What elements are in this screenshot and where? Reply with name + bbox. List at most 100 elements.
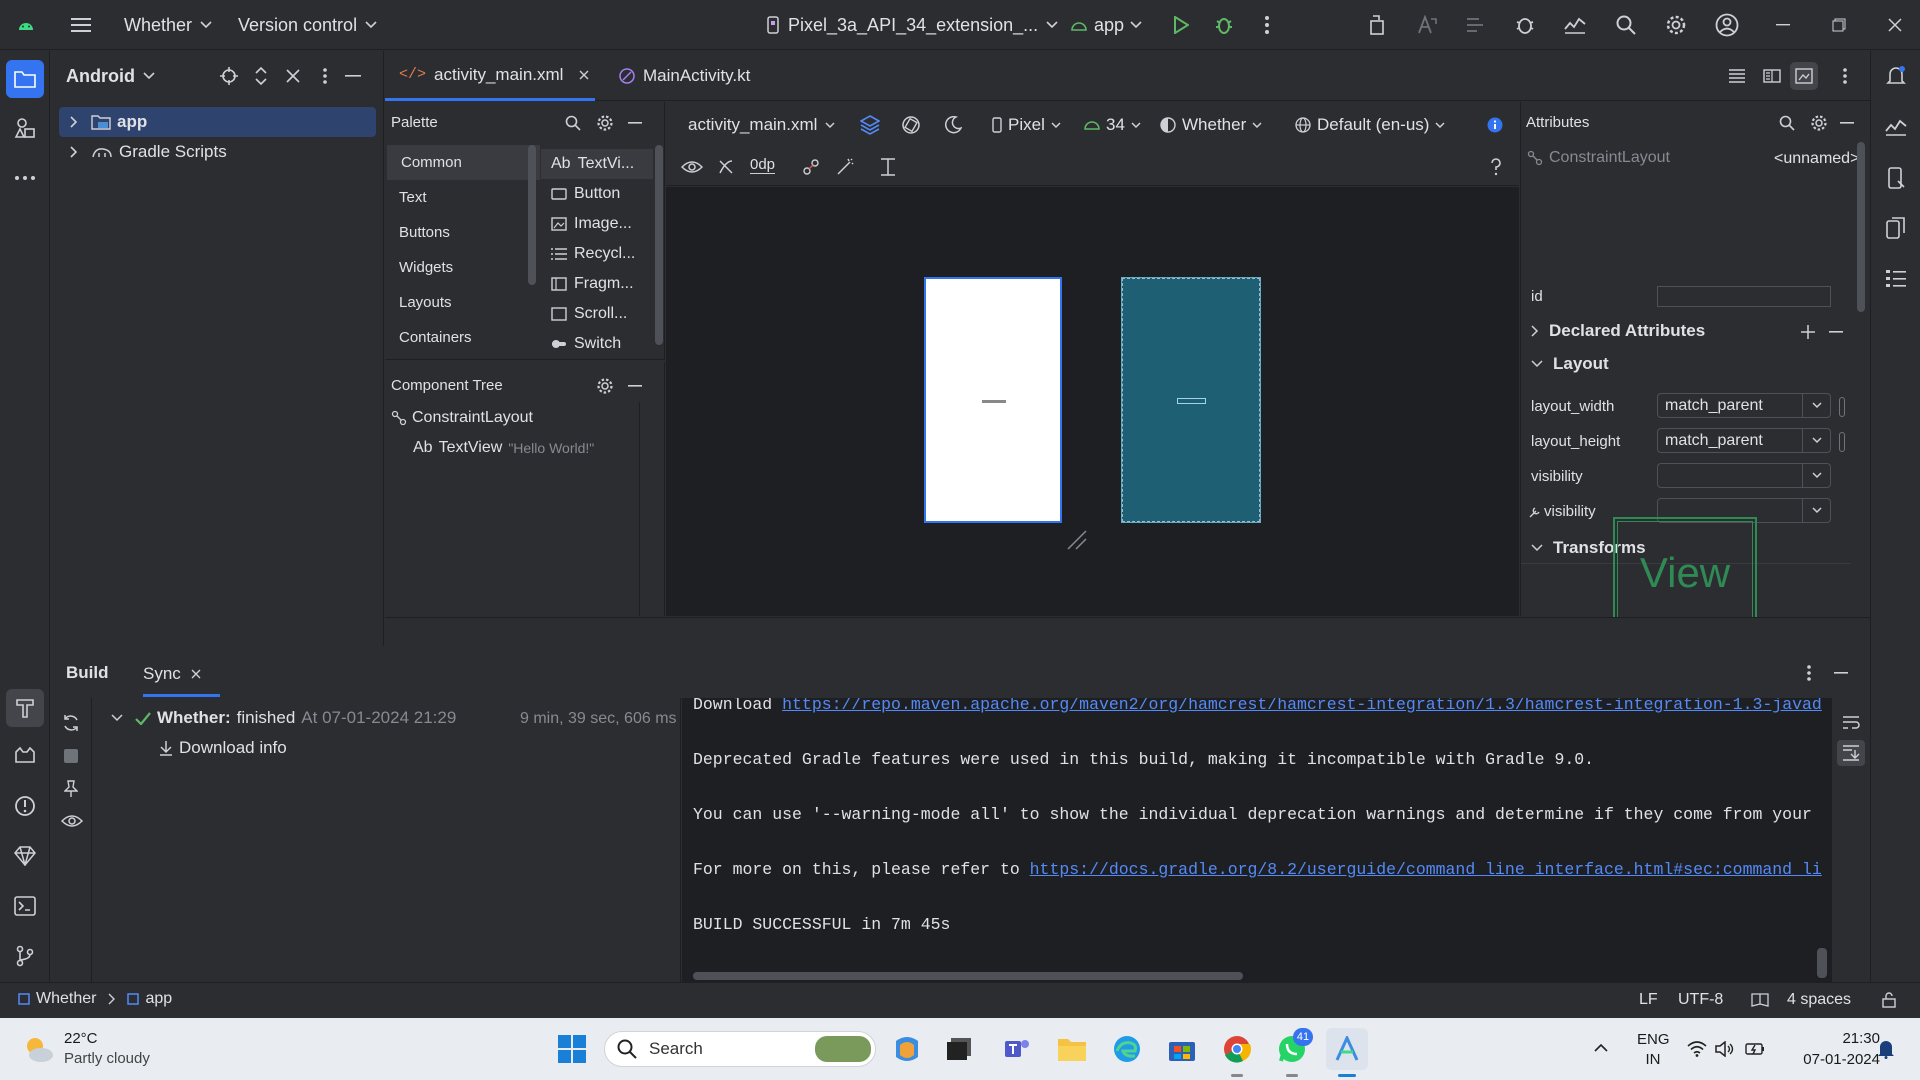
- input-language[interactable]: ENG: [1637, 1031, 1670, 1048]
- palette-item-recyclerview[interactable]: Recycl...: [541, 239, 653, 269]
- attributes-scrollbar[interactable]: [1857, 142, 1865, 312]
- build-child-download-info[interactable]: Download info: [159, 738, 287, 758]
- task-view-icon[interactable]: [939, 1028, 981, 1070]
- structure-icon[interactable]: [1883, 265, 1909, 291]
- palette-category-layouts[interactable]: Layouts: [385, 285, 540, 320]
- project-tool-icon[interactable]: [6, 60, 44, 98]
- items-scrollbar[interactable]: [655, 145, 663, 345]
- night-mode-icon[interactable]: [941, 113, 965, 137]
- split-view-icon[interactable]: [1760, 64, 1784, 88]
- show-hidden-icons-chevron-up-icon[interactable]: [1591, 1038, 1611, 1058]
- design-preview[interactable]: [924, 277, 1062, 523]
- resource-picker-icon[interactable]: [1839, 432, 1845, 452]
- breadcrumb-item[interactable]: app: [145, 990, 172, 1008]
- teams-icon[interactable]: [996, 1028, 1038, 1070]
- app-quality-insights-icon[interactable]: [12, 843, 38, 869]
- input-region[interactable]: IN: [1637, 1051, 1669, 1068]
- design-surface-icon[interactable]: [858, 113, 882, 137]
- design-canvas[interactable]: [666, 187, 1519, 616]
- palette-category-common[interactable]: Common: [387, 145, 540, 180]
- pin-icon[interactable]: [60, 778, 82, 800]
- api-level-dropdown[interactable]: 34: [1084, 112, 1141, 138]
- clear-constraints-icon[interactable]: [799, 155, 823, 179]
- tree-item-gradle-scripts[interactable]: Gradle Scripts: [59, 137, 376, 167]
- search-icon[interactable]: [1777, 113, 1797, 133]
- volume-icon[interactable]: [1714, 1039, 1736, 1059]
- hello-world-text-preview[interactable]: [982, 400, 1006, 403]
- info-icon[interactable]: [1484, 114, 1506, 136]
- editor-options-icon[interactable]: [1833, 64, 1857, 88]
- profiler-icon[interactable]: [1562, 12, 1588, 38]
- notifications-icon[interactable]: [1883, 63, 1909, 89]
- readonly-book-icon[interactable]: [1750, 990, 1770, 1010]
- console-link[interactable]: https://docs.gradle.org/8.2/userguide/co…: [1030, 860, 1822, 879]
- soft-wrap-icon[interactable]: [1839, 712, 1863, 734]
- settings-gear-icon[interactable]: [1809, 113, 1829, 133]
- visibility-combo[interactable]: [1657, 463, 1831, 488]
- orientation-icon[interactable]: [899, 113, 923, 137]
- resource-picker-icon[interactable]: [1839, 397, 1845, 417]
- problems-icon[interactable]: [12, 793, 38, 819]
- minimize-icon[interactable]: [1770, 12, 1796, 38]
- tree-node-textview[interactable]: Ab TextView "Hello World!": [413, 439, 594, 457]
- close-icon[interactable]: [1882, 12, 1908, 38]
- more-actions-icon[interactable]: [1254, 12, 1280, 38]
- running-devices-icon[interactable]: [1883, 215, 1909, 241]
- add-attribute-icon[interactable]: [1798, 322, 1818, 342]
- build-console[interactable]: Download https://repo.maven.apache.org/m…: [682, 698, 1832, 982]
- weather-partly-cloudy-icon[interactable]: [20, 1032, 56, 1066]
- collapse-all-icon[interactable]: [281, 64, 305, 88]
- clock-date[interactable]: 07-01-2024: [1790, 1051, 1880, 1068]
- blueprint-preview[interactable]: [1121, 277, 1261, 523]
- wifi-icon[interactable]: [1686, 1039, 1708, 1059]
- palette-category-containers[interactable]: Containers: [385, 320, 540, 355]
- console-horizontal-scrollbar[interactable]: [693, 972, 1243, 980]
- debug-icon[interactable]: [1211, 12, 1237, 38]
- theme-dropdown[interactable]: Whether: [1160, 112, 1262, 138]
- section-layout[interactable]: Layout: [1531, 354, 1831, 374]
- console-vertical-scrollbar[interactable]: [1817, 948, 1827, 978]
- hide-panel-icon[interactable]: [1830, 662, 1852, 684]
- restore-icon[interactable]: [1826, 12, 1852, 38]
- copilot-icon[interactable]: [886, 1028, 928, 1070]
- locale-dropdown[interactable]: Default (en-us): [1295, 112, 1445, 138]
- palette-item-button[interactable]: Button: [541, 179, 653, 209]
- id-field[interactable]: [1657, 286, 1831, 307]
- apply-changes-icon[interactable]: [1364, 12, 1390, 38]
- gemini-icon[interactable]: [1883, 114, 1909, 140]
- close-tab-icon[interactable]: [191, 669, 201, 679]
- view-filter-eye-icon[interactable]: [60, 810, 84, 832]
- refresh-icon[interactable]: [60, 712, 82, 734]
- hide-panel-icon[interactable]: [341, 64, 365, 88]
- resource-manager-icon[interactable]: [12, 115, 38, 141]
- scroll-to-end-icon[interactable]: [1837, 740, 1865, 766]
- chrome-icon[interactable]: [1216, 1028, 1258, 1070]
- clock-time[interactable]: 21:30: [1820, 1030, 1880, 1047]
- hide-panel-icon[interactable]: [1837, 113, 1857, 133]
- android-studio-taskbar-icon[interactable]: [1326, 1028, 1368, 1070]
- version-control-icon[interactable]: [12, 943, 38, 969]
- run-config-selector[interactable]: app: [1070, 12, 1142, 38]
- guidelines-icon[interactable]: [876, 155, 900, 179]
- logcat-icon[interactable]: [12, 743, 38, 769]
- view-options-eye-icon[interactable]: [680, 155, 704, 179]
- palette-category-text[interactable]: Text: [385, 180, 540, 215]
- resize-handle-icon[interactable]: [1064, 527, 1090, 553]
- tab-build[interactable]: Build: [66, 663, 109, 683]
- account-icon[interactable]: [1713, 11, 1741, 39]
- section-declared-attributes[interactable]: Declared Attributes: [1531, 321, 1831, 341]
- project-widget[interactable]: Whether: [124, 12, 212, 38]
- line-separator[interactable]: LF: [1639, 991, 1658, 1009]
- textview-blueprint[interactable]: [1177, 398, 1206, 404]
- tree-node-constraintlayout[interactable]: ConstraintLayout: [391, 409, 533, 427]
- locate-icon[interactable]: [217, 64, 241, 88]
- device-manager-icon[interactable]: [1883, 165, 1909, 191]
- expand-collapse-icon[interactable]: [249, 64, 273, 88]
- stop-icon[interactable]: [60, 745, 82, 767]
- tab-activity-main[interactable]: </> activity_main.xml: [385, 51, 595, 101]
- palette-category-widgets[interactable]: Widgets: [385, 250, 540, 285]
- close-tab-icon[interactable]: [579, 70, 589, 80]
- windows-start-icon[interactable]: [551, 1028, 593, 1070]
- search-icon[interactable]: [1613, 12, 1639, 38]
- battery-charging-icon[interactable]: [1744, 1039, 1766, 1059]
